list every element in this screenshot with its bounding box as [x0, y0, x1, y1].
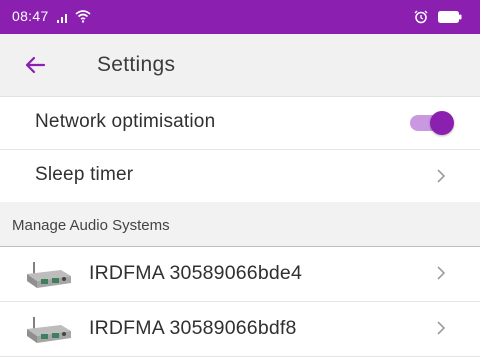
device-row[interactable]: IRDFMA 30589066bdf8: [0, 302, 480, 357]
signal-icon: [57, 14, 67, 23]
arrow-left-icon: [25, 56, 46, 74]
network-optimisation-label: Network optimisation: [35, 111, 216, 132]
toggle-thumb: [430, 111, 454, 135]
device-label: IRDFMA 30589066bdf8: [89, 317, 297, 339]
alarm-icon: [414, 10, 428, 24]
sleep-timer-row[interactable]: Sleep timer: [0, 150, 480, 203]
wifi-icon: [75, 10, 91, 23]
chevron-right-icon: [437, 266, 446, 280]
network-optimisation-row[interactable]: Network optimisation: [0, 97, 480, 150]
app-bar: Settings: [0, 34, 480, 97]
status-icons-left: [57, 10, 91, 23]
manage-audio-systems-header: Manage Audio Systems: [0, 202, 480, 247]
status-bar: 08:47: [0, 0, 480, 34]
status-time: 08:47: [12, 8, 49, 24]
status-icons-right: [414, 10, 462, 24]
chevron-right-icon: [437, 169, 446, 183]
battery-icon: [438, 11, 462, 23]
device-label: IRDFMA 30589066bde4: [89, 262, 303, 284]
network-optimisation-toggle[interactable]: [408, 111, 454, 135]
back-button[interactable]: [20, 50, 50, 80]
chevron-right-icon: [437, 321, 446, 335]
sleep-timer-label: Sleep timer: [35, 164, 134, 185]
device-row[interactable]: IRDFMA 30589066bde4: [0, 247, 480, 302]
page-title: Settings: [97, 53, 176, 76]
radio-device-icon: [27, 317, 71, 343]
section-title: Manage Audio Systems: [12, 217, 170, 234]
radio-device-icon: [27, 262, 71, 288]
